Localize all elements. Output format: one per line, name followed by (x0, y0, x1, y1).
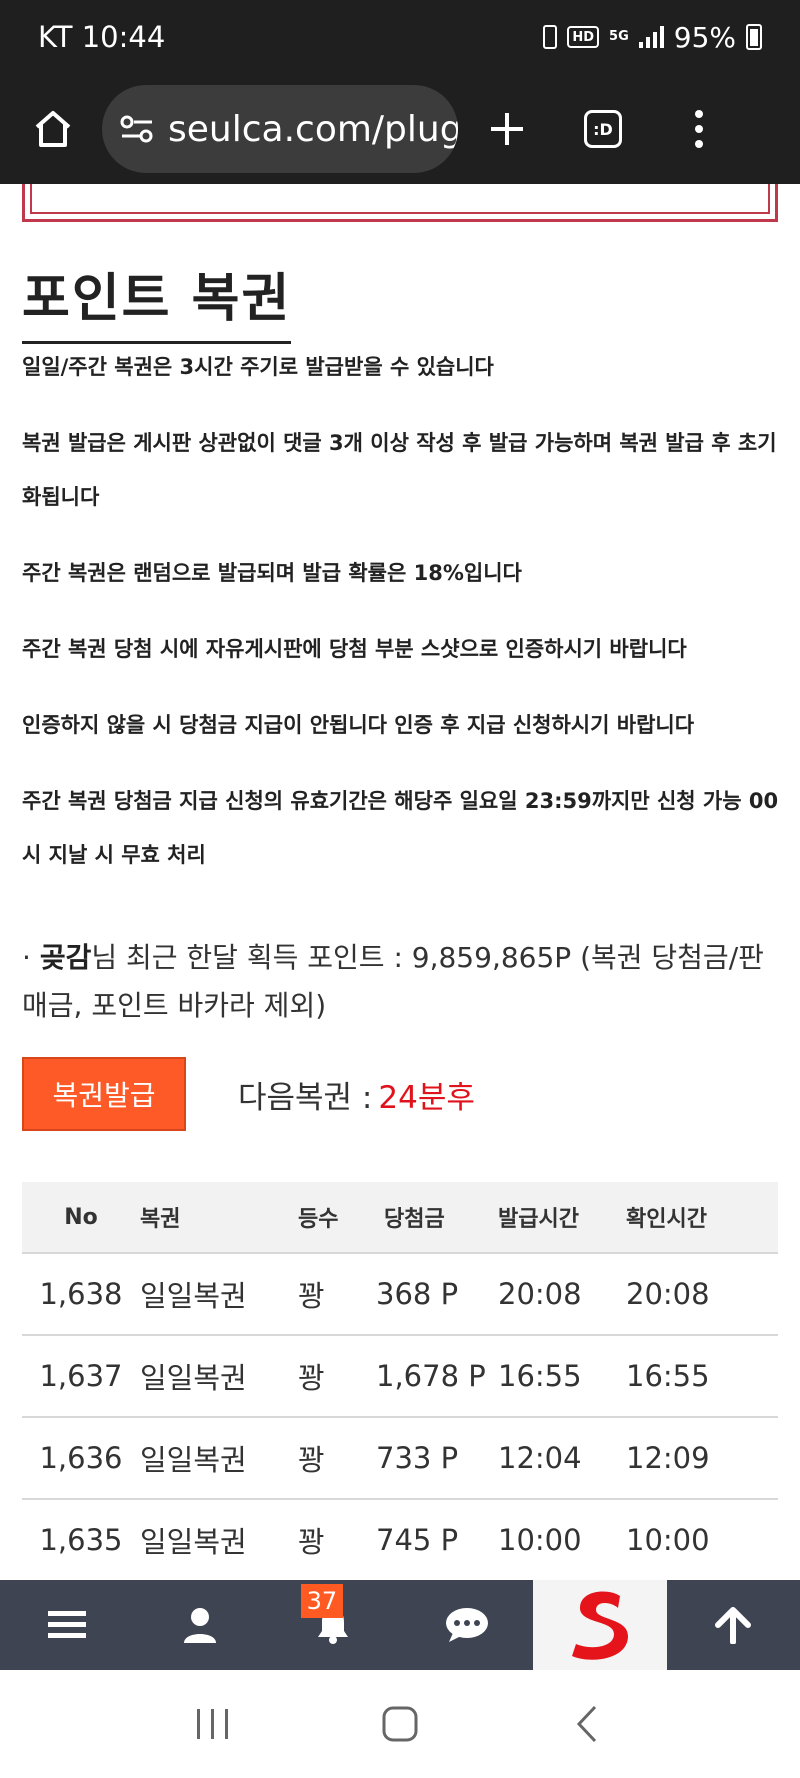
cell-lottery: 일일복권 (140, 1279, 247, 1313)
url-text: seulca.com/plug (168, 108, 458, 150)
cell-lottery: 일일복권 (140, 1525, 247, 1559)
arrow-up-icon (715, 1607, 752, 1644)
next-lottery-time: 24분후 (378, 1079, 475, 1116)
hd-voice-icon: HD (567, 26, 600, 48)
chat-nav-button[interactable] (400, 1580, 533, 1670)
scroll-top-button[interactable] (667, 1580, 800, 1670)
cell-issued: 10:00 (498, 1523, 582, 1557)
cell-amount: 733 P (376, 1441, 459, 1475)
table-row[interactable]: 1,636 일일복권 꽝 733 P 12:04 12:09 (22, 1418, 778, 1500)
page-title: 포인트 복권 (22, 256, 292, 344)
page-content: 포인트 복권 일일/주간 복권은 3시간 주기로 발급받을 수 있습니다 복권 … (0, 184, 800, 1580)
username: 곶감 (39, 941, 92, 974)
chat-bubble-icon (445, 1608, 488, 1642)
cell-grade: 꽝 (298, 1525, 325, 1559)
lottery-table: No 복권 등수 당첨금 발급시간 확인시간 1,638 일일복권 꽝 368 … (22, 1182, 778, 1580)
table-row[interactable]: 1,635 일일복권 꽝 745 P 10:00 10:00 (22, 1500, 778, 1580)
browser-toolbar: seulca.com/plug :D (0, 74, 800, 184)
cell-grade: 꽝 (298, 1361, 325, 1395)
cell-grade: 꽝 (298, 1279, 325, 1313)
cell-checked: 12:09 (626, 1441, 710, 1475)
battery-percent: 95% (673, 20, 736, 54)
cell-no: 1,635 (39, 1523, 123, 1557)
cell-no: 1,637 (39, 1359, 123, 1393)
menu-nav-button[interactable] (0, 1580, 133, 1670)
url-bar[interactable]: seulca.com/plug (102, 85, 458, 173)
system-nav-bar (0, 1670, 800, 1778)
cell-lottery: 일일복권 (140, 1361, 247, 1395)
user-icon (183, 1608, 216, 1643)
rule-item: 인증하지 않을 시 당첨금 지급이 안됩니다 인증 후 지급 신청하시기 바랍니… (22, 713, 695, 737)
header-no: No (64, 1204, 98, 1230)
kebab-menu-icon (695, 110, 703, 148)
table-row[interactable]: 1,637 일일복권 꽝 1,678 P 16:55 16:55 (22, 1336, 778, 1418)
cell-checked: 16:55 (626, 1359, 710, 1393)
home-icon (35, 111, 71, 147)
rules-list: 일일/주간 복권은 3시간 주기로 발급받을 수 있습니다 복권 발급은 게시판… (22, 340, 782, 904)
recents-icon (197, 1709, 229, 1739)
rule-item: 일일/주간 복권은 3시간 주기로 발급받을 수 있습니다 (22, 355, 494, 379)
site-logo-button[interactable] (533, 1580, 667, 1670)
bottom-nav: 37 (0, 1580, 800, 1670)
signal-icon (638, 26, 664, 48)
next-lottery-label: 다음복권 : (238, 1079, 373, 1116)
cell-checked: 20:08 (626, 1277, 710, 1311)
cell-amount: 1,678 P (376, 1359, 486, 1393)
cell-lottery: 일일복권 (140, 1443, 247, 1477)
home-system-button[interactable] (360, 1694, 440, 1754)
rule-item: 주간 복권 당첨금 지급 신청의 유효기간은 해당주 일요일 23:59까지만 … (22, 789, 779, 867)
menu-button[interactable] (666, 96, 732, 162)
issue-row: 복권발급 다음복권 : 24분후 (22, 1056, 782, 1132)
notification-nav-button[interactable]: 37 (267, 1580, 400, 1670)
notification-badge: 37 (300, 1584, 344, 1618)
back-button[interactable] (547, 1694, 627, 1754)
status-bar: KT 10:44 HD 5G 95% (0, 0, 800, 74)
tab-switcher-button[interactable]: :D (570, 96, 636, 162)
cell-amount: 368 P (376, 1277, 459, 1311)
carrier-time: KT 10:44 (38, 20, 166, 54)
cell-issued: 20:08 (498, 1277, 582, 1311)
home-square-icon (382, 1706, 418, 1742)
table-row[interactable]: 1,638 일일복권 꽝 368 P 20:08 20:08 (22, 1254, 778, 1336)
header-checked: 확인시간 (626, 1207, 707, 1232)
monthly-points: · 곶감님 최근 한달 획득 포인트 : 9,859,865P (복권 당첨금/… (22, 934, 782, 1030)
cell-issued: 16:55 (498, 1359, 582, 1393)
plus-icon (491, 113, 523, 145)
back-chevron-icon (576, 1705, 596, 1743)
cell-amount: 745 P (376, 1523, 459, 1557)
header-amount: 당첨금 (384, 1207, 445, 1232)
battery-saver-icon (543, 25, 558, 49)
rule-item: 주간 복권 당첨 시에 자유게시판에 당첨 부분 스샷으로 인증하시기 바랍니다 (22, 637, 687, 661)
notice-box (22, 184, 778, 222)
battery-icon (746, 24, 762, 50)
header-issued: 발급시간 (498, 1207, 579, 1232)
rule-item: 주간 복권은 랜덤으로 발급되며 발급 확률은 18%입니다 (22, 561, 522, 585)
site-settings-icon[interactable] (120, 114, 154, 144)
bullet: · (22, 941, 31, 974)
recents-button[interactable] (173, 1694, 253, 1754)
cell-no: 1,638 (39, 1277, 123, 1311)
cell-checked: 10:00 (626, 1523, 710, 1557)
cell-no: 1,636 (39, 1441, 123, 1475)
points-text: 님 최근 한달 획득 포인트 : 9,859,865P (복권 당첨금/판매금,… (22, 941, 764, 1022)
table-header: No 복권 등수 당첨금 발급시간 확인시간 (22, 1182, 778, 1254)
header-grade: 등수 (298, 1207, 339, 1232)
hamburger-icon (47, 1611, 86, 1638)
site-logo-icon (571, 1591, 628, 1660)
issue-lottery-button[interactable]: 복권발급 (22, 1057, 186, 1131)
header-lottery: 복권 (140, 1207, 181, 1232)
tab-count-icon: :D (584, 110, 622, 148)
profile-nav-button[interactable] (133, 1580, 266, 1670)
home-button[interactable] (20, 96, 86, 162)
network-5g-icon: 5G (609, 29, 629, 44)
cell-grade: 꽝 (298, 1443, 325, 1477)
new-tab-button[interactable] (474, 96, 540, 162)
rule-item: 복권 발급은 게시판 상관없이 댓글 3개 이상 작성 후 발급 가능하며 복권… (22, 431, 777, 509)
cell-issued: 12:04 (498, 1441, 582, 1475)
